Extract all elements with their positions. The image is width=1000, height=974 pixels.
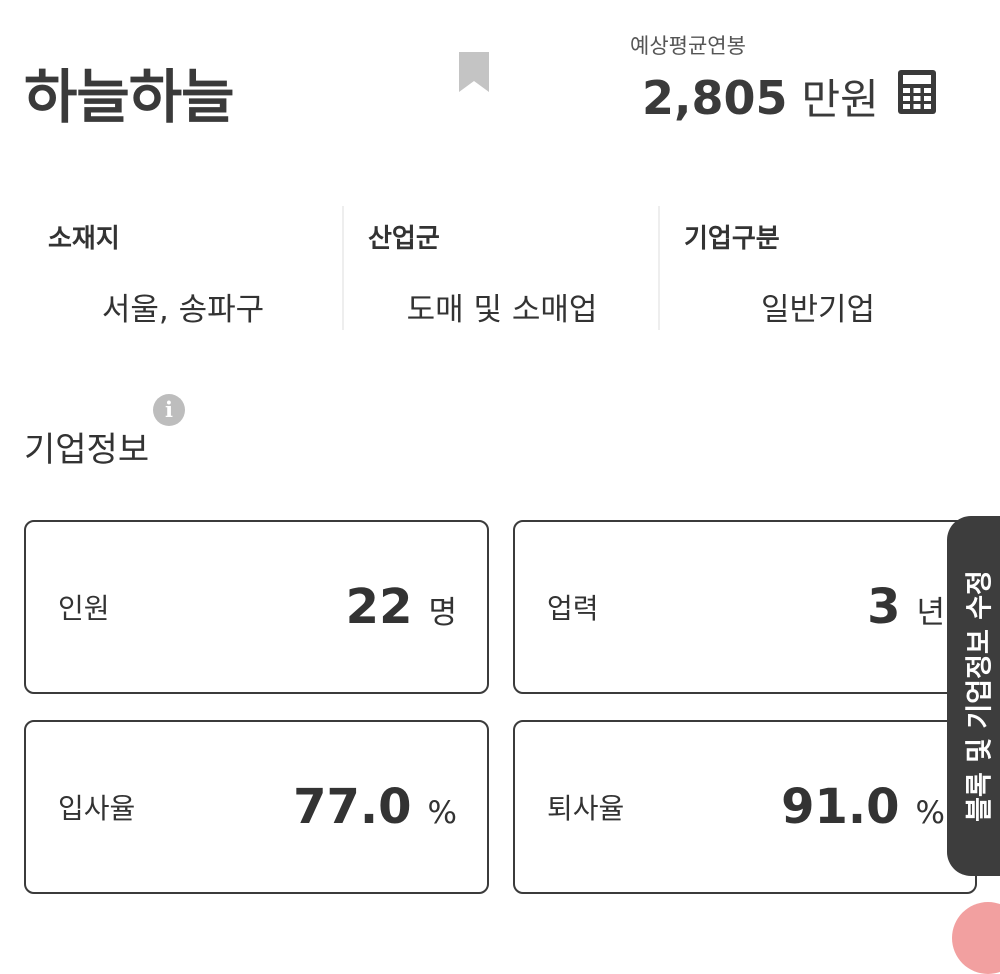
floating-action-button[interactable] — [952, 902, 1000, 974]
stat-turnover-rate-value-group: 91.0% — [781, 779, 945, 835]
info-company-type: 기업구분 일반기업 — [658, 206, 976, 330]
stat-card-employees: 인원 22 명 — [24, 520, 489, 694]
info-location-label: 소재지 — [48, 224, 120, 254]
bookmark-icon[interactable] — [457, 52, 491, 92]
stat-card-hire-rate: 입사율 77.0% — [24, 720, 489, 894]
stat-employees-value: 22 — [345, 579, 413, 635]
stat-hire-rate-label: 입사율 — [58, 792, 136, 825]
info-location-value: 서울, 송파구 — [101, 292, 265, 328]
stat-years-value: 3 — [867, 579, 901, 635]
stat-hire-rate-unit: % — [427, 795, 457, 831]
salary-amount: 2,805 만원 — [642, 66, 879, 127]
stat-turnover-rate-label: 퇴사율 — [547, 792, 625, 825]
salary-value: 2,805 — [642, 71, 788, 125]
info-industry-value: 도매 및 소매업 — [406, 292, 598, 328]
info-location: 소재지 서울, 송파구 — [24, 206, 342, 330]
salary-unit: 만원 — [801, 75, 879, 124]
stat-turnover-rate-unit: % — [915, 795, 945, 831]
stat-employees-label: 인원 — [58, 592, 110, 625]
info-industry-label: 산업군 — [368, 224, 440, 254]
stat-card-turnover-rate: 퇴사율 91.0% — [513, 720, 977, 894]
section-title: 기업정보 — [24, 430, 150, 470]
edit-company-info-tab[interactable]: 블록 및 기업정보 수정 — [947, 516, 1000, 876]
info-company-type-value: 일반기업 — [760, 292, 876, 328]
stat-years-label: 업력 — [547, 592, 599, 625]
stat-years-value-group: 3년 — [867, 579, 945, 635]
company-info-grid: 소재지 서울, 송파구 산업군 도매 및 소매업 기업구분 일반기업 — [24, 206, 974, 330]
stat-hire-rate-value-group: 77.0% — [293, 779, 457, 835]
stat-turnover-rate-value: 91.0 — [781, 779, 900, 835]
info-icon[interactable]: i — [153, 394, 185, 426]
stat-hire-rate-value: 77.0 — [293, 779, 412, 835]
calculator-icon[interactable] — [898, 70, 936, 114]
stat-card-years: 업력 3년 — [513, 520, 977, 694]
info-industry: 산업군 도매 및 소매업 — [342, 206, 660, 330]
company-name: 하늘하늘 — [24, 63, 234, 131]
stat-years-unit: 년 — [916, 595, 945, 631]
salary-label: 예상평균연봉 — [630, 34, 746, 58]
stat-employees-value-group: 22 명 — [346, 579, 457, 635]
info-company-type-label: 기업구분 — [684, 224, 780, 254]
stat-employees-unit: 명 — [428, 595, 457, 631]
edit-company-info-label: 블록 및 기업정보 수정 — [964, 570, 996, 822]
